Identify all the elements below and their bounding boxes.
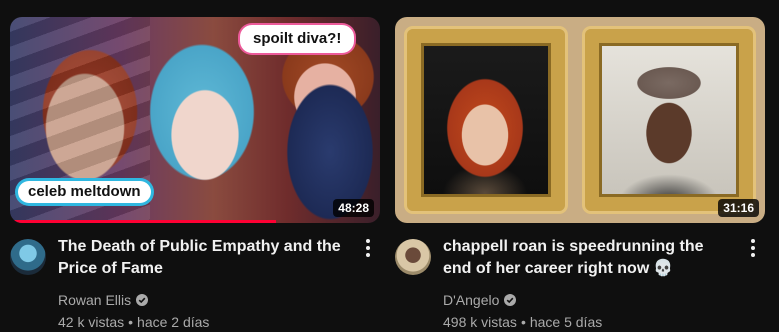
video-duration: 31:16 (718, 199, 759, 217)
video-title[interactable]: The Death of Public Empathy and the Pric… (58, 236, 344, 280)
thumbnail-caption-bottom: celeb meltdown (18, 181, 151, 203)
separator-dot: • (520, 314, 526, 330)
channel-name-row: Rowan Ellis (58, 290, 149, 310)
view-count: 498 k vistas (443, 314, 517, 330)
separator-dot: • (128, 314, 134, 330)
more-vert-icon[interactable] (356, 236, 380, 260)
thumbnail-portrait-frame-left (407, 29, 565, 211)
video-stats: 42 k vistas • hace 2 días (58, 312, 209, 332)
channel-name[interactable]: Rowan Ellis (58, 292, 131, 308)
thumbnail-caption-top: spoilt diva?! (240, 25, 355, 53)
video-meta: chappell roan is speedrunning the end of… (395, 236, 765, 330)
video-meta: The Death of Public Empathy and the Pric… (10, 236, 380, 330)
channel-avatar[interactable] (10, 239, 46, 275)
video-duration: 48:28 (333, 199, 374, 217)
thumbnail-portrait-frame-right (585, 29, 753, 211)
more-vert-icon[interactable] (741, 236, 765, 260)
video-thumbnail[interactable]: 31:16 (395, 17, 765, 223)
channel-name-row: D'Angelo (443, 290, 517, 310)
watch-progress-bar (10, 220, 277, 223)
video-thumbnail[interactable]: spoilt diva?! celeb meltdown 48:28 (10, 17, 380, 223)
video-stats: 498 k vistas • hace 5 días (443, 312, 602, 332)
view-count: 42 k vistas (58, 314, 125, 330)
video-title[interactable]: chappell roan is speedrunning the end of… (443, 236, 729, 280)
video-card[interactable]: 31:16 chappell roan is speedrunning the … (395, 17, 765, 330)
verified-check-icon (136, 294, 149, 306)
video-card[interactable]: spoilt diva?! celeb meltdown 48:28 The D… (10, 17, 380, 330)
channel-name[interactable]: D'Angelo (443, 292, 499, 308)
skull-emoji-icon: 💀 (653, 260, 674, 277)
upload-age: hace 2 días (137, 314, 210, 330)
upload-age: hace 5 días (529, 314, 603, 330)
verified-check-icon (504, 294, 517, 306)
channel-avatar[interactable] (395, 239, 431, 275)
